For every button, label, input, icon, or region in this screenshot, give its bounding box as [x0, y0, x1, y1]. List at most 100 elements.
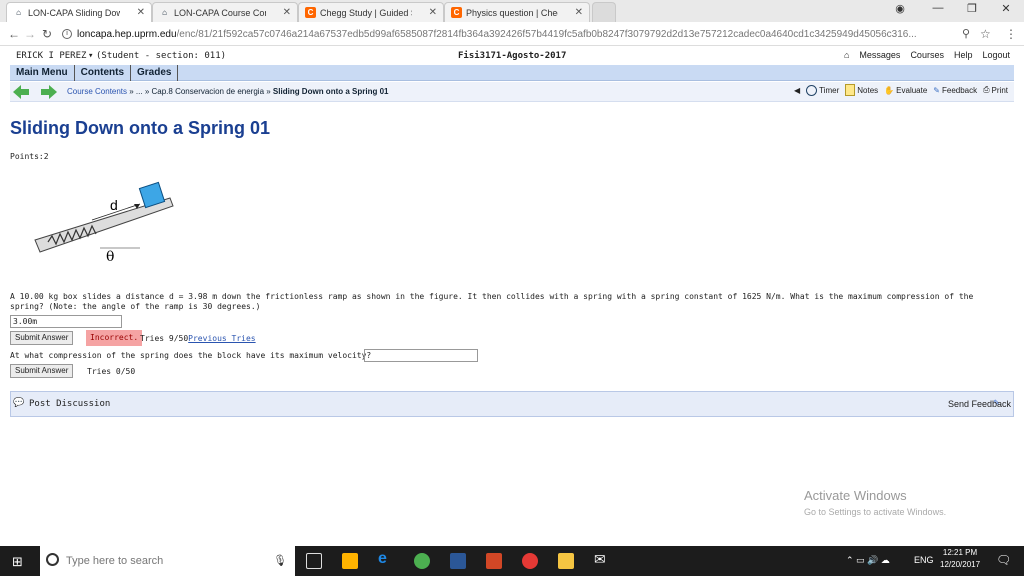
next-arrow-icon[interactable] [40, 84, 58, 100]
evaluate-label: Evaluate [896, 85, 928, 95]
answer-field-1[interactable]: 3.00m [10, 315, 122, 328]
store-icon[interactable] [342, 553, 358, 569]
submit-answer-button-1[interactable]: Submit Answer [10, 331, 74, 345]
new-tab-button[interactable] [592, 2, 616, 22]
breadcrumb-course-contents[interactable]: Course Contents [67, 87, 127, 96]
chegg-icon: C [305, 7, 316, 18]
tries-counter-2: Tries 0/50 [87, 367, 136, 376]
tries-text-1: Tries 9/50 [140, 334, 189, 343]
top-nav: ⌂ Messages Courses Help Logout [844, 50, 1010, 60]
user-name[interactable]: ERICK I PEREZ [16, 51, 86, 61]
tab-sliding-down[interactable]: ⌂ LON-CAPA Sliding Down ✕ [6, 2, 152, 22]
tab-title: Physics question | Chegg [466, 7, 558, 18]
incorrect-badge: Incorrect. [86, 330, 143, 346]
clock[interactable]: 12:21 PM 12/20/2017 [940, 548, 980, 569]
close-icon[interactable]: ✕ [575, 7, 583, 18]
timer-label: Timer [819, 85, 840, 95]
tab-title: LON-CAPA Sliding Down [28, 7, 120, 18]
previous-arrow-icon[interactable] [12, 84, 30, 100]
minimize-icon[interactable]: — [928, 2, 948, 14]
messages-link[interactable]: Messages [859, 50, 900, 60]
evaluate-tool[interactable]: ✋ Evaluate [884, 86, 927, 95]
tab-chegg-study[interactable]: C Chegg Study | Guided So ✕ [298, 2, 444, 22]
user-role: (Student - section: 011) [96, 51, 227, 61]
post-discussion-link[interactable]: Post Discussion [29, 399, 110, 409]
evaluate-icon: ✋ [884, 85, 895, 95]
activate-windows-subtitle: Go to Settings to activate Windows. [804, 507, 947, 517]
clock-time: 12:21 PM [942, 548, 978, 557]
ramp-spring-figure: d θ [34, 181, 174, 265]
taskbar-search[interactable]: Type here to search 🎙 [40, 546, 295, 576]
breadcrumb-current: Sliding Down onto a Spring 01 [272, 87, 389, 96]
microphone-icon[interactable]: 🎙 [273, 554, 287, 567]
tool-bar: ◀ Timer Notes ✋ Evaluate ✎ Feedback ⎙ Print [794, 84, 1008, 96]
clock-date: 12/20/2017 [940, 560, 981, 569]
bookmark-star-icon[interactable]: ☆ [980, 27, 991, 41]
messages-icon: ⌂ [843, 50, 850, 60]
menu-main[interactable]: Main Menu [10, 65, 75, 81]
question-2-text: At what compression of the spring does t… [10, 351, 372, 360]
mail-icon[interactable]: ✉ [594, 551, 610, 567]
previous-tries-link[interactable]: Previous Tries [188, 334, 255, 343]
collapse-arrow-icon[interactable]: ◀ [794, 86, 800, 95]
url-field[interactable]: i loncapa.hep.uprm.edu /enc/81/21f592ca5… [62, 25, 997, 43]
print-label: Print [991, 85, 1008, 95]
print-icon: ⎙ [983, 85, 990, 94]
reload-icon[interactable]: ↻ [42, 27, 52, 41]
file-explorer-icon[interactable] [558, 553, 574, 569]
submit-answer-button-2[interactable]: Submit Answer [10, 364, 74, 378]
tab-title: Chegg Study | Guided So [320, 7, 412, 18]
breadcrumb-chapter[interactable]: Cap.8 Conservacion de energia [152, 87, 265, 96]
restore-icon[interactable]: ❐ [962, 2, 982, 15]
windows-start-icon[interactable]: ⊞ [12, 554, 23, 570]
back-icon[interactable]: ← [8, 27, 20, 41]
help-link[interactable]: Help [954, 50, 973, 60]
logout-link[interactable]: Logout [982, 50, 1010, 60]
feedback-icon: ✎ [933, 85, 940, 95]
distance-label: d [110, 197, 118, 213]
discussion-bar: 💬 Post Discussion ✎ Send Feedback [10, 391, 1014, 417]
edge-icon[interactable]: e [378, 550, 394, 567]
timer-tool[interactable]: Timer [806, 84, 840, 96]
loncapa-icon: ⌂ [16, 8, 21, 17]
tries-counter-1: Tries 9/50Previous Tries [140, 334, 256, 343]
notes-tool[interactable]: Notes [845, 84, 878, 96]
account-icon[interactable]: ◉ [890, 2, 910, 15]
menu-dots-icon[interactable]: ⋮ [1005, 27, 1017, 41]
menu-contents[interactable]: Contents [75, 65, 132, 81]
answer-field-2[interactable] [364, 349, 478, 362]
close-icon[interactable]: ✕ [283, 7, 291, 18]
language-indicator[interactable]: ENG [914, 555, 934, 565]
address-bar-row: ← → ↻ i loncapa.hep.uprm.edu /enc/81/21f… [0, 22, 1024, 46]
main-menu-bar: Main Menu Contents Grades [10, 65, 1014, 81]
breadcrumb-separator: » ... » [127, 87, 152, 96]
chegg-icon: C [451, 7, 462, 18]
word-icon[interactable] [450, 553, 466, 569]
user-role-arrow[interactable]: ▾ [88, 51, 93, 61]
tab-course-contents[interactable]: ⌂ LON-CAPA Course Conte ✕ [152, 2, 298, 22]
task-view-icon[interactable] [306, 553, 322, 569]
course-name: Fisi3171-Agosto-2017 [458, 51, 567, 61]
zoom-icon[interactable]: ⚲ [962, 27, 970, 40]
menu-grades[interactable]: Grades [131, 65, 179, 81]
tab-title: LON-CAPA Course Conte [174, 7, 266, 18]
print-tool[interactable]: ⎙ Print [983, 85, 1008, 95]
notifications-icon[interactable]: 🗨 [996, 553, 1011, 567]
app-icon[interactable] [522, 553, 538, 569]
courses-link[interactable]: Courses [910, 50, 944, 60]
points-label: Points:2 [10, 152, 49, 161]
feedback-tool[interactable]: ✎ Feedback [933, 86, 977, 95]
send-feedback-link[interactable]: Send Feedback [948, 399, 1011, 409]
info-icon[interactable]: i [62, 29, 72, 39]
discussion-icon: 💬 [13, 398, 25, 408]
tray-icons[interactable]: ⌃ ▭ 🔊 ☁ [846, 555, 890, 566]
activate-windows-title: Activate Windows [804, 488, 907, 503]
close-window-icon[interactable]: ✕ [996, 2, 1016, 15]
cortana-icon [46, 553, 59, 566]
chrome-icon[interactable] [414, 553, 430, 569]
close-icon[interactable]: ✕ [429, 7, 437, 18]
forward-icon[interactable]: → [24, 27, 36, 41]
close-icon[interactable]: ✕ [137, 7, 145, 18]
powerpoint-icon[interactable] [486, 553, 502, 569]
tab-physics-question[interactable]: C Physics question | Chegg ✕ [444, 2, 590, 22]
